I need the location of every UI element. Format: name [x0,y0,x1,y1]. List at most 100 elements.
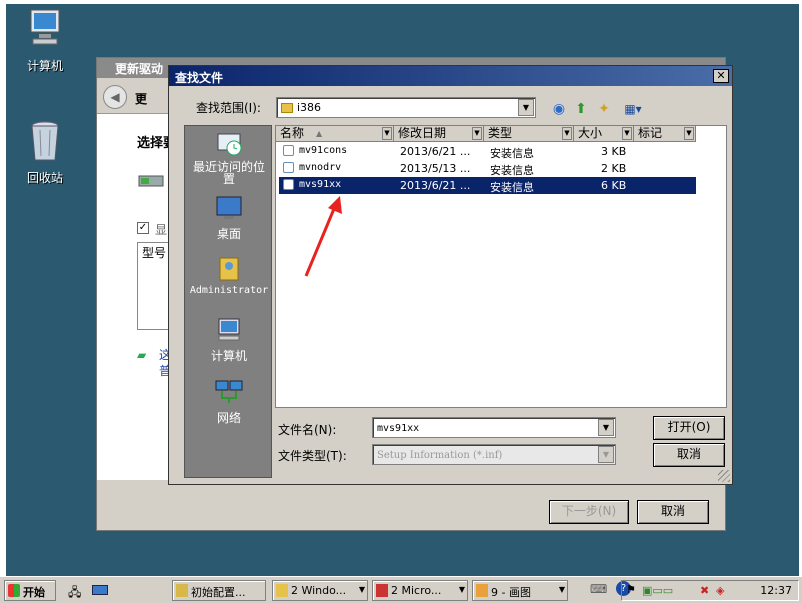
clock: 12:37 [760,584,792,597]
column-filter-icon[interactable]: ▼ [684,127,694,140]
model-list[interactable]: 型号 [137,242,171,330]
dialog-titlebar: 查找文件 [169,66,732,86]
inf-file-icon [283,179,294,190]
windows-logo-icon [8,584,20,597]
column-tags-label: 标记 [638,126,663,140]
new-folder-icon[interactable]: ✦ [595,100,613,118]
task-windows-explorer[interactable]: 2 Windo... ▼ [272,580,368,601]
annotation-arrow [304,196,342,277]
config-icon [176,584,188,597]
folder-icon [281,103,293,113]
chevron-down-icon: ▼ [458,585,465,594]
task-label: 9 - 画图 [491,586,531,599]
column-name-label: 名称 [280,126,305,140]
back-arrow-icon[interactable]: ◉ [550,100,568,118]
column-filter-icon[interactable]: ▼ [472,127,482,140]
chevron-down-icon[interactable]: ▼ [598,419,614,436]
lookin-value: i386 [297,101,322,114]
back-button[interactable]: ◀ [103,85,127,109]
show-desktop-icon[interactable] [92,585,108,595]
place-label: 网络 [216,411,241,425]
file-name: mv91cons [299,145,348,156]
chevron-down-icon: ▼ [558,585,565,594]
filename-label: 文件名(N): [278,423,337,437]
network-status-icon[interactable]: ▣▭▭ [642,584,673,597]
desktop-icon-recycle-bin[interactable]: 回收站 [10,120,80,186]
hardware-icon [138,175,164,187]
desktop-icon-label: 计算机 [26,59,63,73]
place-administrator[interactable]: Administrator [185,254,273,296]
lookin-dropdown[interactable]: i386 ▼ [276,97,536,118]
file-row-selected[interactable]: mvs91xx 2013/6/21 ... 安装信息 6 KB [279,177,696,194]
task-label: 2 Windo... [291,584,347,597]
computer-icon [218,318,240,341]
filetype-dropdown[interactable]: Setup Information (*.inf) ▼ [372,444,616,465]
chevron-down-icon[interactable]: ▼ [518,99,534,116]
wizard-cancel-button[interactable]: 取消 [637,500,709,524]
start-button[interactable]: 开始 [4,580,56,601]
file-row[interactable]: mvnodrv 2013/5/13 ... 安装信息 2 KB [279,160,696,177]
file-name: mvs91xx [299,179,342,190]
dialog-title: 查找文件 [175,71,224,85]
file-size: 6 KB [601,179,627,192]
place-network[interactable]: 网络 [185,378,273,426]
desktop-icon [216,196,242,219]
start-label: 开始 [23,586,45,599]
column-header-date[interactable]: 修改日期 ▼ [394,126,484,142]
file-size: 2 KB [601,162,627,175]
desktop-icon-label: 回收站 [26,171,63,185]
task-microsoft[interactable]: 2 Micro... ▼ [372,580,468,601]
column-header-type[interactable]: 类型 ▼ [484,126,574,142]
file-row[interactable]: mv91cons 2013/6/21 ... 安装信息 3 KB [279,143,696,160]
system-tray: ⚑ ▣▭▭ ✖ ◈ 12:37 [621,580,799,601]
file-date: 2013/6/21 ... [400,179,471,192]
find-file-dialog: 查找文件 ✕ 查找范围(I): i386 ▼ ◉ ⬆ ✦ ▦▾ 最近访问的位置 … [168,65,733,485]
task-label: 2 Micro... [391,584,442,597]
place-recent[interactable]: 最近访问的位置 [185,130,273,185]
task-initial-config[interactable]: 初始配置... [172,580,266,601]
column-filter-icon[interactable]: ▼ [382,127,392,140]
place-label: 最近访问的位置 [192,160,265,186]
column-header-name[interactable]: 名称 ▲ ▼ [276,126,394,142]
desktop: 计算机 回收站 更新驱动 ◀ 更 选择要 ✓ 显 型号 ▰ 这 普 下一步(N)… [6,4,799,576]
file-type: 安装信息 [490,164,534,177]
recent-places-icon [217,133,242,156]
chevron-down-icon[interactable]: ▼ [598,446,614,463]
power-icon[interactable]: ◈ [716,584,724,597]
close-icon: ✕ [716,69,726,82]
place-desktop[interactable]: 桌面 [185,194,273,242]
flag-icon[interactable]: ⚑ [626,583,636,596]
desktop-icon-computer[interactable]: 计算机 [10,8,80,74]
open-button[interactable]: 打开(O) [653,416,725,440]
keyboard-icon[interactable]: ⌨ [590,582,607,596]
column-type-label: 类型 [488,126,513,140]
computer-icon [30,9,60,45]
volume-muted-icon[interactable]: ✖ [700,584,709,597]
dialog-cancel-button[interactable]: 取消 [653,443,725,467]
place-computer[interactable]: 计算机 [185,316,273,364]
wizard-next-button[interactable]: 下一步(N) [549,500,629,524]
close-button[interactable]: ✕ [713,69,729,83]
inf-file-icon [283,162,294,173]
paint-icon [476,584,488,597]
file-date: 2013/6/21 ... [400,145,471,158]
column-filter-icon[interactable]: ▼ [622,127,632,140]
up-folder-icon[interactable]: ⬆ [572,100,590,118]
resize-grip[interactable] [718,470,730,482]
column-filter-icon[interactable]: ▼ [562,127,572,140]
view-menu-icon[interactable]: ▦▾ [620,100,646,118]
column-header-size[interactable]: 大小 ▼ [574,126,634,142]
filename-input[interactable]: mvs91xx ▼ [372,417,616,438]
model-list-header: 型号 [142,246,167,260]
filetype-label: 文件类型(T): [278,449,347,463]
column-header-tags[interactable]: 标记 ▼ [634,126,696,142]
file-list: 名称 ▲ ▼ 修改日期 ▼ 类型 ▼ 大小 ▼ 标记 ▼ mv91cons 20… [275,125,727,408]
server-manager-icon[interactable]: 🖧 [68,583,81,603]
management-icon [376,584,388,597]
task-paint[interactable]: 9 - 画图 ▼ [472,580,568,601]
file-type: 安装信息 [490,181,534,194]
compatible-hardware-checkbox[interactable]: ✓ [137,222,149,234]
wizard-title: 更新驱动 [115,62,164,76]
recycle-bin-icon [31,121,59,161]
place-label: Administrator [189,285,269,296]
